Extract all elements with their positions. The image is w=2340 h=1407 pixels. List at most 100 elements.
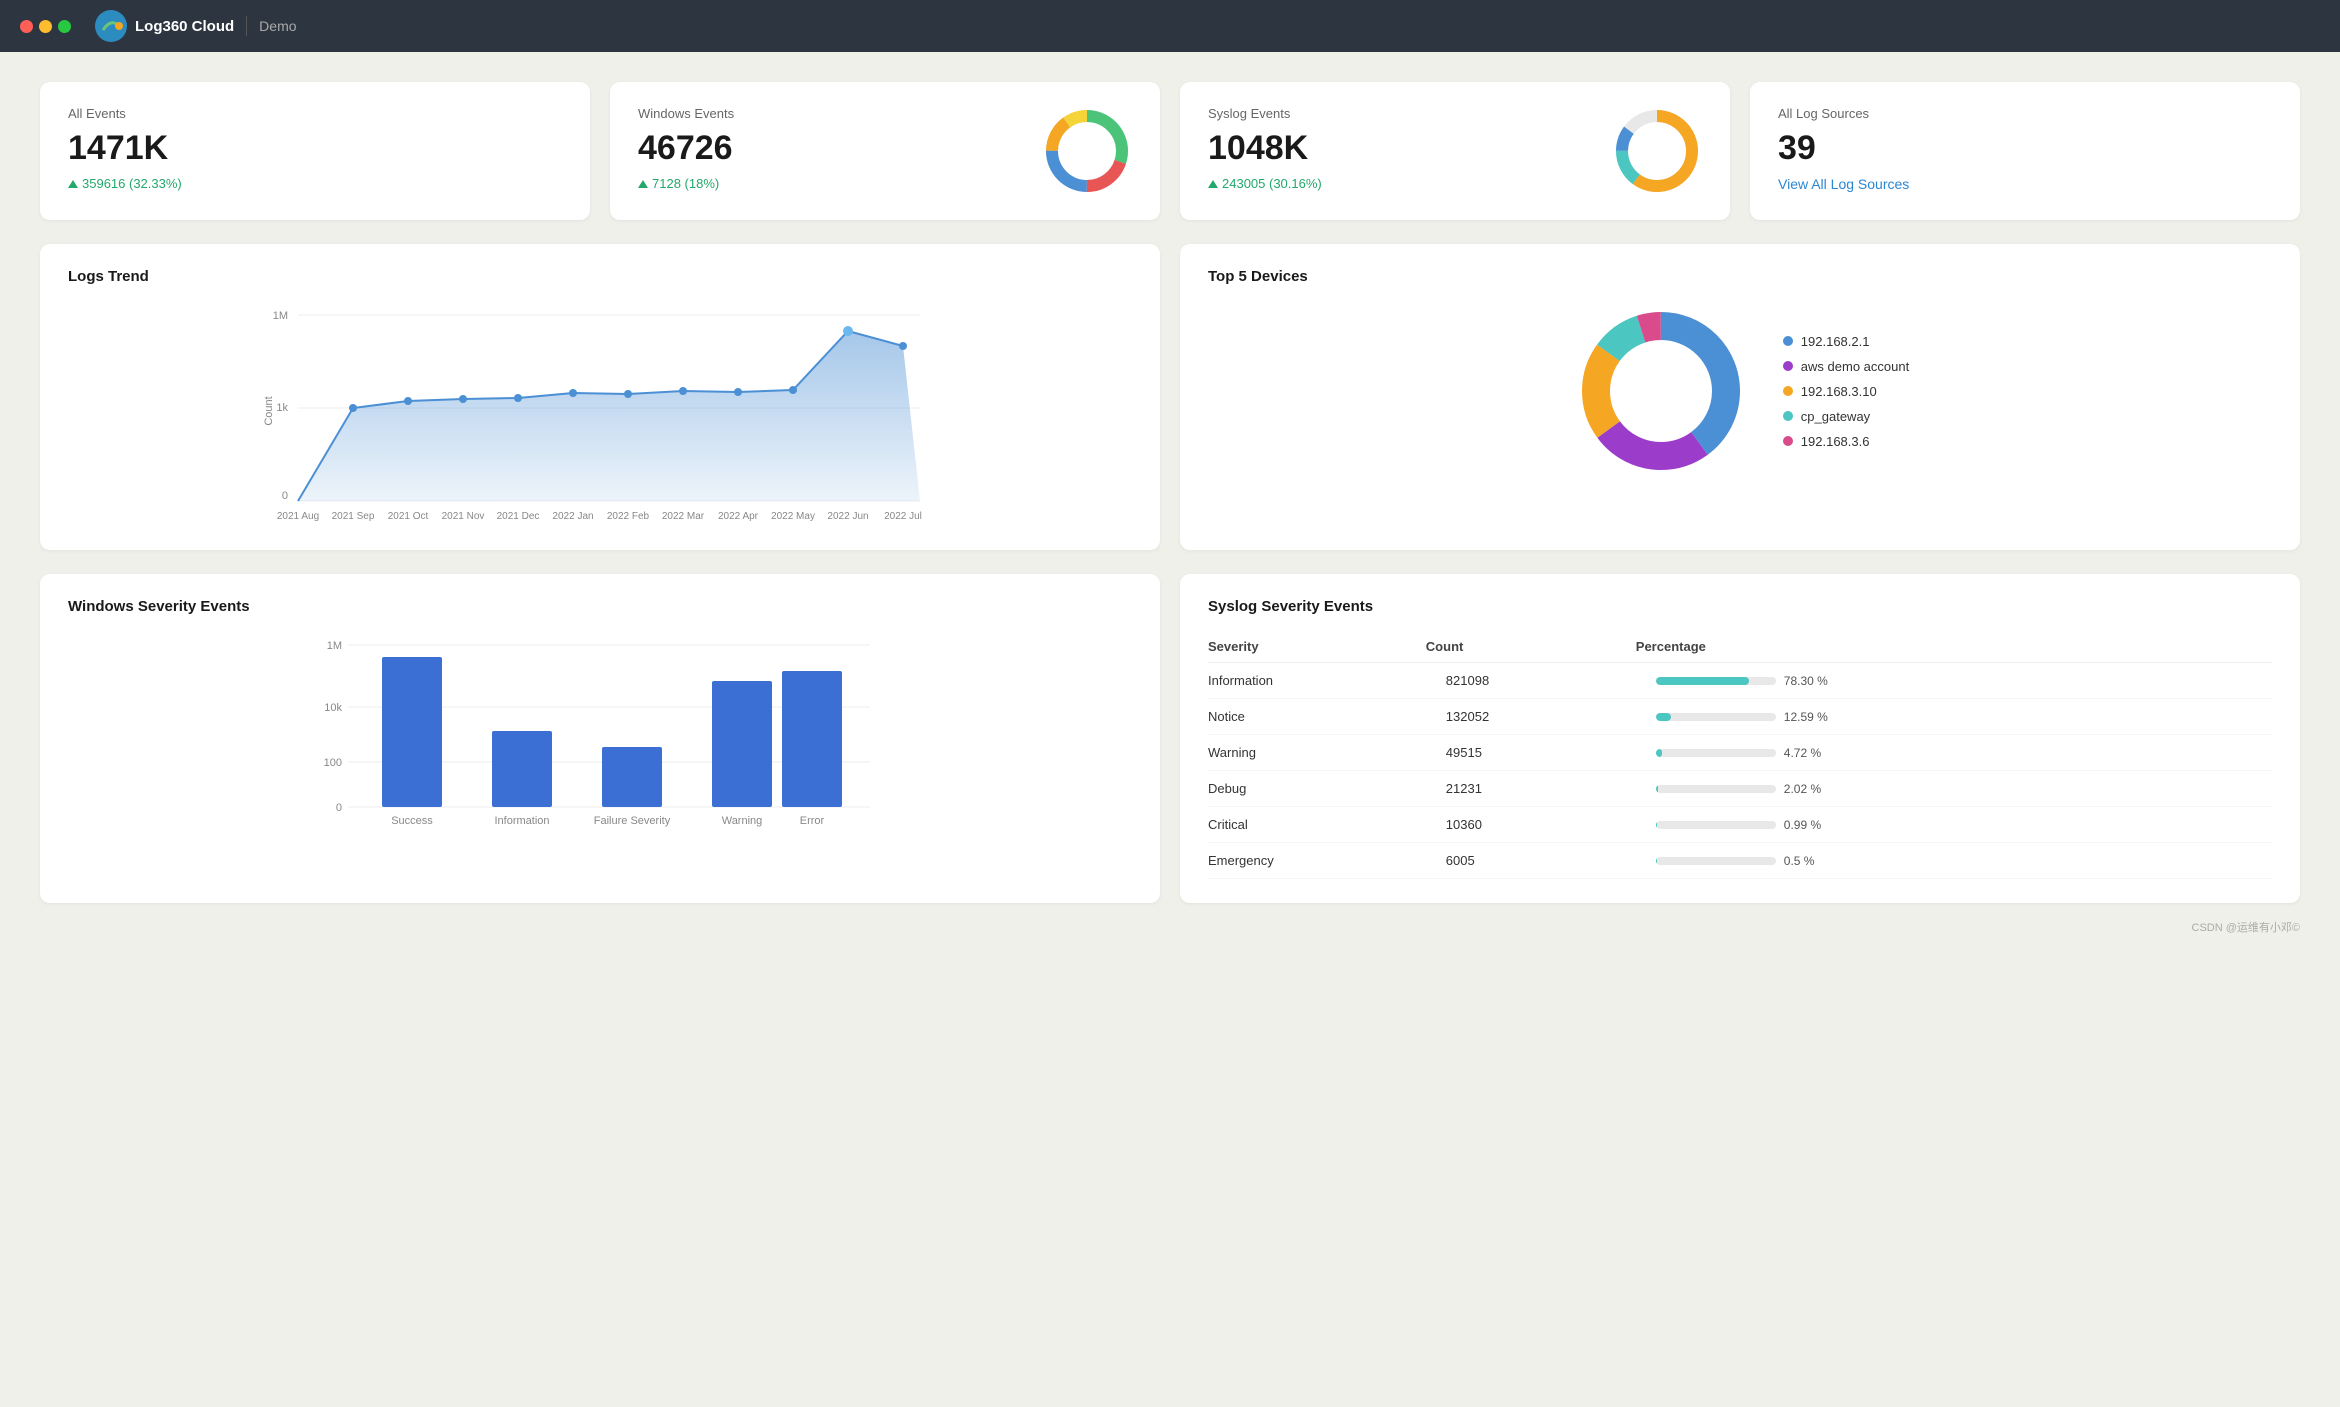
svg-text:2022 Jan: 2022 Jan <box>552 511 593 521</box>
syslog-events-change: 243005 (30.16%) <box>1208 176 1612 191</box>
logs-trend-title: Logs Trend <box>68 268 1132 285</box>
svg-text:Count: Count <box>263 396 275 425</box>
windows-severity-title: Windows Severity Events <box>68 598 1132 615</box>
syslog-severity-card: Syslog Severity Events Severity Count Pe… <box>1180 574 2300 903</box>
svg-text:2022 Jul: 2022 Jul <box>884 511 922 521</box>
logo: Log360 Cloud <box>95 10 234 42</box>
logo-text: Log360 Cloud <box>135 18 234 35</box>
svg-text:100: 100 <box>324 757 342 769</box>
all-log-sources-card: All Log Sources 39 View All Log Sources <box>1750 82 2300 220</box>
severity-name: Critical <box>1208 807 1426 843</box>
severity-name: Warning <box>1208 735 1426 771</box>
maximize-button[interactable] <box>58 20 71 33</box>
arrow-up-icon <box>1208 180 1218 188</box>
all-events-change: 359616 (32.33%) <box>68 176 562 191</box>
pct-label: 0.5 % <box>1784 854 1815 868</box>
top5-devices-title: Top 5 Devices <box>1208 268 2272 285</box>
all-events-card: All Events 1471K 359616 (32.33%) <box>40 82 590 220</box>
svg-text:0: 0 <box>336 802 342 814</box>
syslog-events-card: Syslog Events 1048K 243005 (30.16%) <box>1180 82 1730 220</box>
devices-donut-chart <box>1571 301 1751 481</box>
devices-legend: 192.168.2.1 aws demo account 192.168.3.1… <box>1783 334 1909 449</box>
pct-label: 2.02 % <box>1784 782 1821 796</box>
svg-text:2022 Feb: 2022 Feb <box>607 511 650 521</box>
svg-text:2022 Apr: 2022 Apr <box>718 511 759 521</box>
windows-events-value: 46726 <box>638 129 1042 168</box>
syslog-events-label: Syslog Events <box>1208 106 1612 121</box>
legend-item: cp_gateway <box>1783 409 1909 424</box>
severity-percentage: 4.72 % <box>1636 735 2272 771</box>
svg-text:2022 Jun: 2022 Jun <box>827 511 868 521</box>
windows-donut-chart <box>1042 106 1132 196</box>
severity-name: Debug <box>1208 771 1426 807</box>
bar-chart-svg: 1M 10k 100 0 <box>68 631 1132 831</box>
legend-dot <box>1783 411 1793 421</box>
header-divider <box>246 16 247 36</box>
col-severity: Severity <box>1208 631 1426 663</box>
col-count: Count <box>1426 631 1636 663</box>
arrow-up-icon <box>68 180 78 188</box>
header-demo: Demo <box>259 18 296 34</box>
severity-count: 21231 <box>1426 771 1636 807</box>
table-row: Emergency6005 0.5 % <box>1208 843 2272 879</box>
severity-count: 6005 <box>1426 843 1636 879</box>
all-events-value: 1471K <box>68 129 562 168</box>
severity-count: 49515 <box>1426 735 1636 771</box>
table-row: Debug21231 2.02 % <box>1208 771 2272 807</box>
severity-percentage: 0.99 % <box>1636 807 2272 843</box>
svg-text:Warning: Warning <box>722 815 763 827</box>
svg-text:1k: 1k <box>276 402 288 414</box>
logs-trend-chart: 1M 1k 0 Count <box>68 301 1132 526</box>
legend-dot <box>1783 361 1793 371</box>
legend-dot <box>1783 336 1793 346</box>
syslog-events-value: 1048K <box>1208 129 1612 168</box>
svg-text:2021 Dec: 2021 Dec <box>497 511 540 521</box>
minimize-button[interactable] <box>39 20 52 33</box>
pct-label: 4.72 % <box>1784 746 1821 760</box>
close-button[interactable] <box>20 20 33 33</box>
svg-text:10k: 10k <box>324 702 342 714</box>
windows-events-card: Windows Events 46726 7128 (18%) <box>610 82 1160 220</box>
syslog-donut-chart <box>1612 106 1702 196</box>
svg-text:2021 Oct: 2021 Oct <box>388 511 429 521</box>
svg-text:2022 Mar: 2022 Mar <box>662 511 705 521</box>
svg-text:Success: Success <box>391 815 433 827</box>
logo-icon <box>95 10 127 42</box>
windows-events-label: Windows Events <box>638 106 1042 121</box>
windows-severity-chart: 1M 10k 100 0 <box>68 631 1132 836</box>
window-controls <box>20 20 71 33</box>
pct-label: 78.30 % <box>1784 674 1828 688</box>
severity-count: 821098 <box>1426 663 1636 699</box>
legend-item: 192.168.2.1 <box>1783 334 1909 349</box>
stats-row: All Events 1471K 359616 (32.33%) Windows… <box>40 82 2300 220</box>
severity-percentage: 0.5 % <box>1636 843 2272 879</box>
pct-label: 12.59 % <box>1784 710 1828 724</box>
severity-name: Emergency <box>1208 843 1426 879</box>
view-all-log-sources-link[interactable]: View All Log Sources <box>1778 176 1909 192</box>
severity-name: Notice <box>1208 699 1426 735</box>
svg-text:Error: Error <box>800 815 825 827</box>
svg-text:2021 Nov: 2021 Nov <box>442 511 485 521</box>
severity-count: 10360 <box>1426 807 1636 843</box>
svg-text:1M: 1M <box>327 640 342 652</box>
all-log-sources-value: 39 <box>1778 129 2272 168</box>
svg-text:2021 Aug: 2021 Aug <box>277 511 319 521</box>
windows-severity-card: Windows Severity Events 1M 10k 100 0 <box>40 574 1160 903</box>
legend-item: 192.168.3.6 <box>1783 434 1909 449</box>
pct-label: 0.99 % <box>1784 818 1821 832</box>
table-row: Notice13205212.59 % <box>1208 699 2272 735</box>
svg-text:1M: 1M <box>273 310 288 322</box>
severity-percentage: 2.02 % <box>1636 771 2272 807</box>
legend-dot <box>1783 436 1793 446</box>
legend-item: 192.168.3.10 <box>1783 384 1909 399</box>
syslog-severity-title: Syslog Severity Events <box>1208 598 2272 615</box>
severity-percentage: 78.30 % <box>1636 663 2272 699</box>
severity-name: Information <box>1208 663 1426 699</box>
table-row: Warning49515 4.72 % <box>1208 735 2272 771</box>
svg-text:Information: Information <box>494 815 549 827</box>
trend-svg: 1M 1k 0 Count <box>68 301 1132 521</box>
devices-inner: 192.168.2.1 aws demo account 192.168.3.1… <box>1208 301 2272 481</box>
all-log-sources-label: All Log Sources <box>1778 106 2272 121</box>
svg-text:2021 Sep: 2021 Sep <box>332 511 375 521</box>
legend-item: aws demo account <box>1783 359 1909 374</box>
